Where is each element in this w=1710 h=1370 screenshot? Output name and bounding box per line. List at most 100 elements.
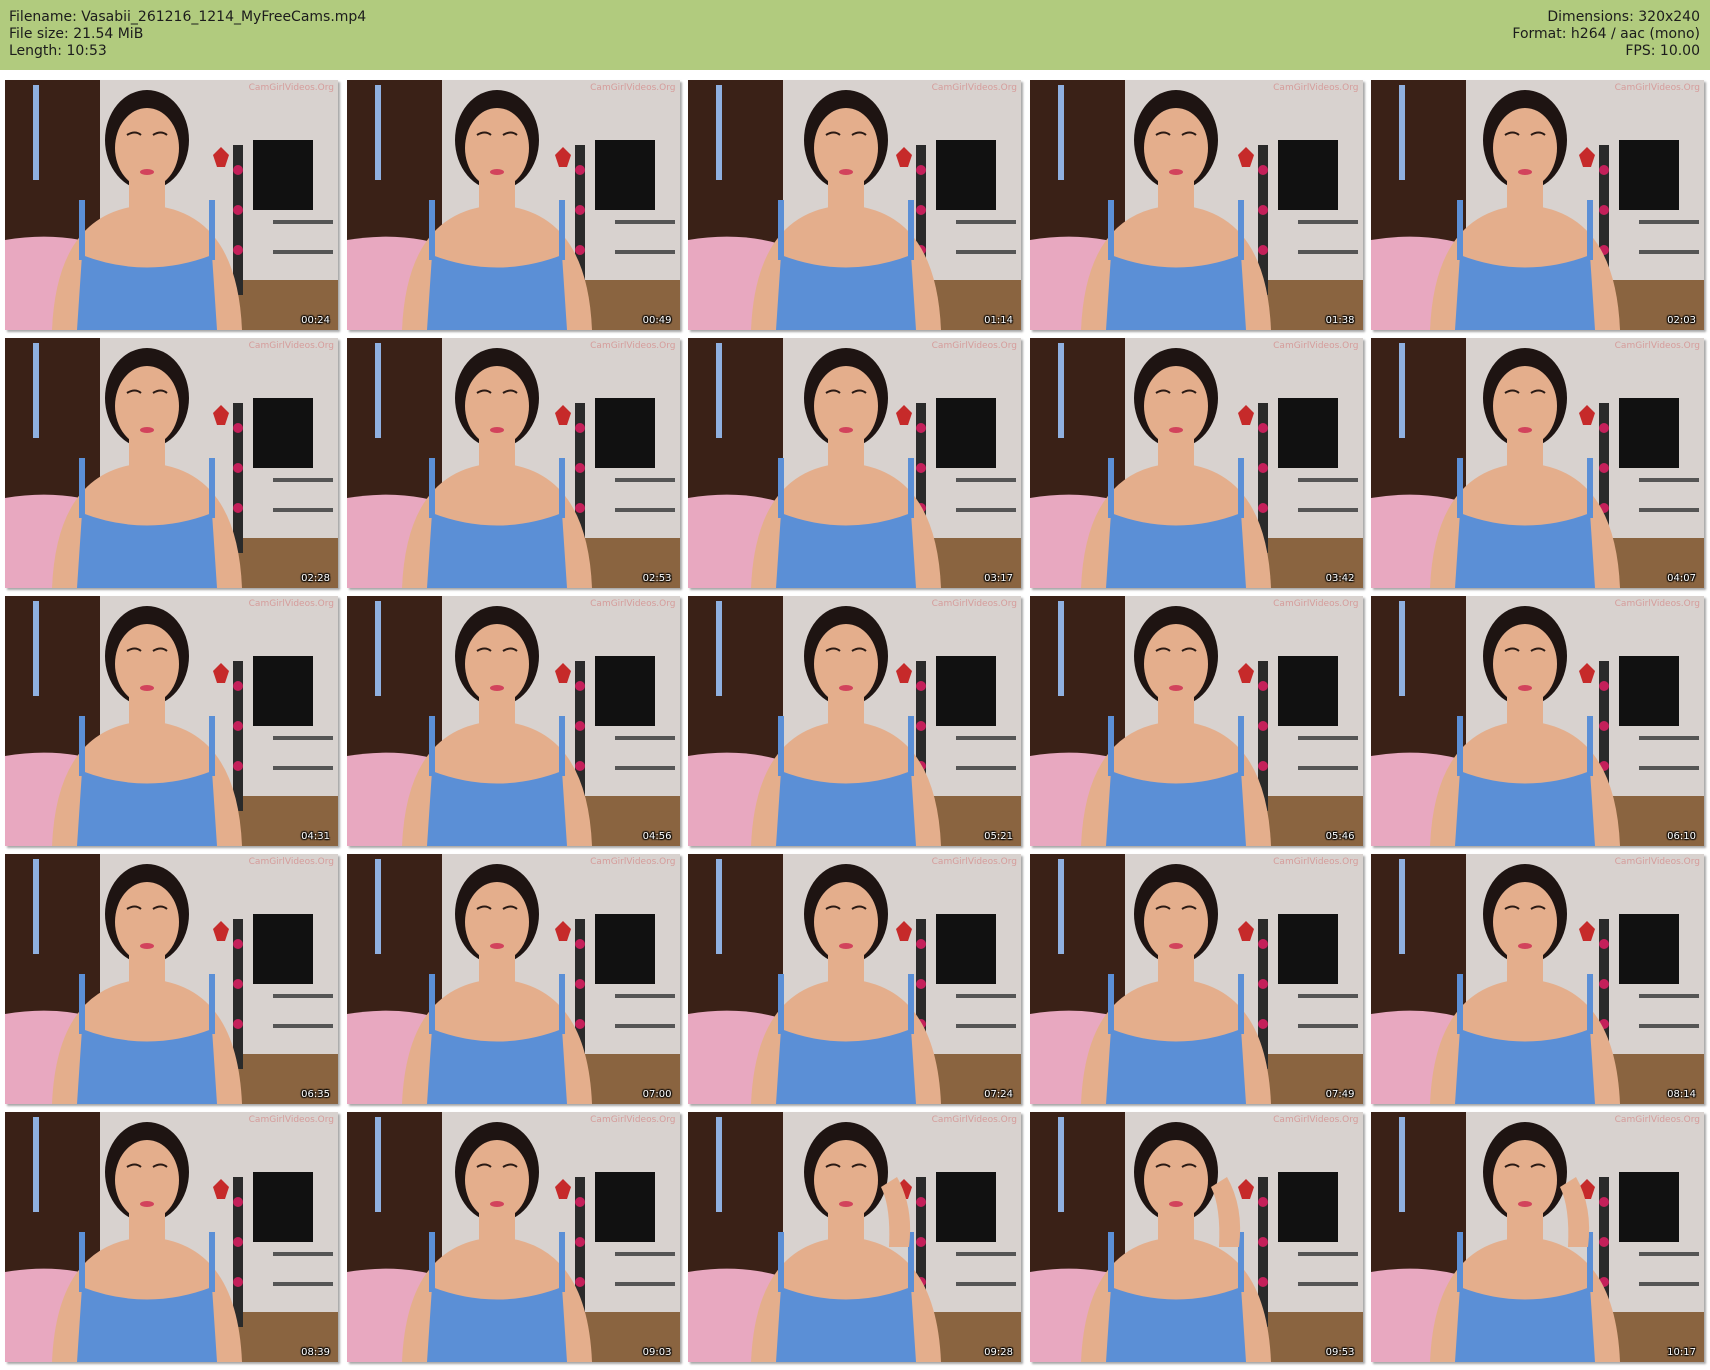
frame-image [1029, 1112, 1363, 1362]
video-frame-thumbnail: CamGirlVideos.Org 04:31 [5, 596, 338, 846]
watermark-text: CamGirlVideos.Org [1273, 341, 1359, 351]
watermark-text: CamGirlVideos.Org [1614, 1115, 1700, 1125]
video-frame-thumbnail: CamGirlVideos.Org 01:38 [1029, 80, 1363, 330]
watermark-text: CamGirlVideos.Org [931, 341, 1017, 351]
video-frame-thumbnail: CamGirlVideos.Org 06:10 [1371, 596, 1704, 846]
frame-timestamp: 00:24 [301, 315, 330, 326]
frame-image [346, 1112, 680, 1362]
video-frame-thumbnail: CamGirlVideos.Org 09:03 [346, 1112, 680, 1362]
file-info: Filename: Vasabii_261216_1214_MyFreeCams… [9, 9, 366, 60]
watermark-text: CamGirlVideos.Org [931, 1115, 1017, 1125]
frame-image [346, 338, 680, 588]
video-frame-thumbnail: CamGirlVideos.Org 07:49 [1029, 854, 1363, 1104]
frame-timestamp: 04:31 [301, 831, 330, 842]
frame-image [5, 1112, 338, 1362]
frame-timestamp: 04:56 [642, 831, 672, 842]
video-frame-thumbnail: CamGirlVideos.Org 01:14 [688, 80, 1021, 330]
frame-image [1029, 80, 1363, 330]
watermark-text: CamGirlVideos.Org [1614, 341, 1700, 351]
video-frame-thumbnail: CamGirlVideos.Org 06:35 [5, 854, 338, 1104]
video-frame-thumbnail: CamGirlVideos.Org 00:24 [5, 80, 338, 330]
watermark-text: CamGirlVideos.Org [248, 83, 334, 93]
watermark-text: CamGirlVideos.Org [1273, 599, 1359, 609]
format-text: Format: h264 / aac (mono) [1512, 26, 1700, 42]
frame-timestamp: 10:17 [1667, 1347, 1696, 1358]
video-frame-thumbnail: CamGirlVideos.Org 07:00 [346, 854, 680, 1104]
contact-sheet-header: Filename: Vasabii_261216_1214_MyFreeCams… [0, 0, 1710, 70]
frame-timestamp: 07:24 [984, 1089, 1013, 1100]
frame-image [1029, 596, 1363, 846]
watermark-text: CamGirlVideos.Org [590, 857, 676, 867]
watermark-text: CamGirlVideos.Org [1614, 599, 1700, 609]
frame-image [688, 1112, 1021, 1362]
frame-image [346, 596, 680, 846]
watermark-text: CamGirlVideos.Org [590, 599, 676, 609]
frame-timestamp: 03:42 [1325, 573, 1355, 584]
video-frame-thumbnail: CamGirlVideos.Org 02:53 [346, 338, 680, 588]
frame-timestamp: 03:17 [984, 573, 1013, 584]
video-frame-thumbnail: CamGirlVideos.Org 10:17 [1371, 1112, 1704, 1362]
video-frame-thumbnail: CamGirlVideos.Org 05:46 [1029, 596, 1363, 846]
thumbnail-grid: CamGirlVideos.Org 00:24 CamGirlVideos.Org 0… [5, 80, 1705, 1365]
file-size-text: File size: 21.54 MiB [9, 26, 144, 42]
frame-image [1029, 854, 1363, 1104]
frame-image [688, 338, 1021, 588]
frame-timestamp: 01:38 [1325, 315, 1355, 326]
watermark-text: CamGirlVideos.Org [1273, 83, 1359, 93]
frame-timestamp: 09:28 [984, 1347, 1013, 1358]
watermark-text: CamGirlVideos.Org [1614, 83, 1700, 93]
frame-image [5, 854, 338, 1104]
frame-timestamp: 05:46 [1325, 831, 1355, 842]
dimensions-text: Dimensions: 320x240 [1547, 9, 1700, 25]
frame-timestamp: 09:53 [1325, 1347, 1355, 1358]
stream-info: Dimensions: 320x240 Format: h264 / aac (… [1512, 9, 1700, 60]
video-frame-thumbnail: CamGirlVideos.Org 05:21 [688, 596, 1021, 846]
frame-image [1371, 596, 1704, 846]
watermark-text: CamGirlVideos.Org [248, 857, 334, 867]
watermark-text: CamGirlVideos.Org [931, 857, 1017, 867]
frame-image [688, 596, 1021, 846]
video-frame-thumbnail: CamGirlVideos.Org 00:49 [346, 80, 680, 330]
frame-image [1029, 338, 1363, 588]
watermark-text: CamGirlVideos.Org [1273, 1115, 1359, 1125]
video-frame-thumbnail: CamGirlVideos.Org 04:07 [1371, 338, 1704, 588]
watermark-text: CamGirlVideos.Org [931, 599, 1017, 609]
frame-timestamp: 06:35 [301, 1089, 330, 1100]
frame-timestamp: 00:49 [642, 315, 672, 326]
frame-image [1371, 1112, 1704, 1362]
frame-image [688, 854, 1021, 1104]
frame-image [346, 80, 680, 330]
video-frame-thumbnail: CamGirlVideos.Org 03:17 [688, 338, 1021, 588]
video-frame-thumbnail: CamGirlVideos.Org 07:24 [688, 854, 1021, 1104]
video-frame-thumbnail: CamGirlVideos.Org 04:56 [346, 596, 680, 846]
filename-text: Filename: Vasabii_261216_1214_MyFreeCams… [9, 9, 367, 25]
video-frame-thumbnail: CamGirlVideos.Org 09:28 [688, 1112, 1021, 1362]
frame-timestamp: 07:00 [642, 1089, 672, 1100]
frame-image [1371, 854, 1704, 1104]
frame-timestamp: 09:03 [642, 1347, 672, 1358]
video-frame-thumbnail: CamGirlVideos.Org 09:53 [1029, 1112, 1363, 1362]
watermark-text: CamGirlVideos.Org [590, 83, 676, 93]
watermark-text: CamGirlVideos.Org [590, 341, 676, 351]
watermark-text: CamGirlVideos.Org [1614, 857, 1700, 867]
frame-image [1371, 338, 1704, 588]
frame-timestamp: 08:39 [301, 1347, 330, 1358]
watermark-text: CamGirlVideos.Org [248, 1115, 334, 1125]
frame-timestamp: 02:28 [301, 573, 330, 584]
watermark-text: CamGirlVideos.Org [590, 1115, 676, 1125]
frame-timestamp: 04:07 [1667, 573, 1696, 584]
frame-image [346, 854, 680, 1104]
video-frame-thumbnail: CamGirlVideos.Org 02:28 [5, 338, 338, 588]
frame-image [5, 80, 338, 330]
video-frame-thumbnail: CamGirlVideos.Org 08:39 [5, 1112, 338, 1362]
video-frame-thumbnail: CamGirlVideos.Org 03:42 [1029, 338, 1363, 588]
watermark-text: CamGirlVideos.Org [248, 599, 334, 609]
frame-image [1371, 80, 1704, 330]
frame-timestamp: 08:14 [1667, 1089, 1696, 1100]
frame-image [688, 80, 1021, 330]
watermark-text: CamGirlVideos.Org [1273, 857, 1359, 867]
watermark-text: CamGirlVideos.Org [248, 341, 334, 351]
length-text: Length: 10:53 [9, 43, 107, 59]
frame-timestamp: 07:49 [1325, 1089, 1355, 1100]
frame-timestamp: 06:10 [1667, 831, 1696, 842]
